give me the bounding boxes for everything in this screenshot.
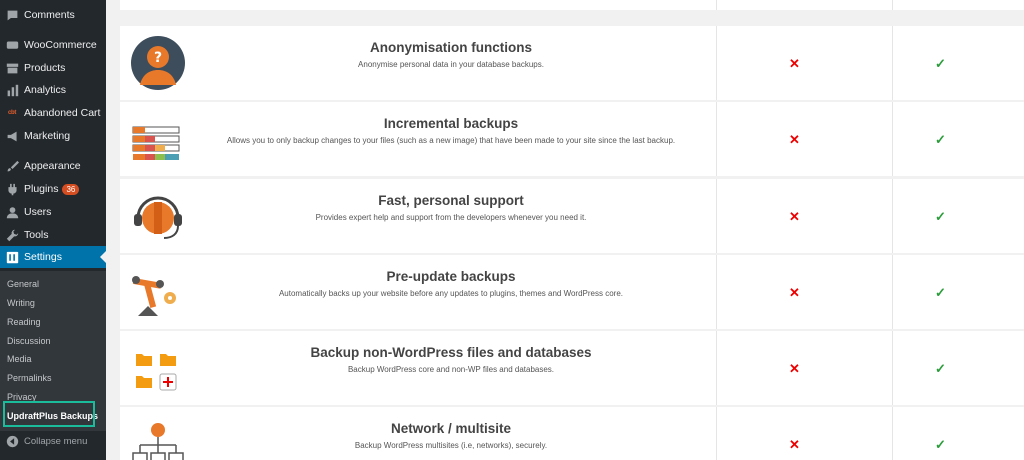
cross-icon: ✕ bbox=[789, 56, 800, 71]
feature-description: Anonymise personal data in your database… bbox=[358, 60, 544, 69]
feature-title: Incremental backups bbox=[383, 116, 519, 131]
monitors-icon bbox=[130, 0, 186, 1]
cross-icon: ✕ bbox=[789, 209, 800, 224]
feature-title: Pre-update backups bbox=[386, 269, 516, 284]
feature-title: Fast, personal support bbox=[378, 193, 524, 208]
free-cell: ✕ bbox=[716, 407, 892, 460]
free-cell: ✕ bbox=[716, 255, 892, 329]
premium-cell: ✓ bbox=[892, 255, 1024, 329]
wrench-icon bbox=[5, 228, 19, 242]
sidebar-item-marketing[interactable]: Marketing bbox=[0, 125, 106, 147]
sidebar-item-label: Analytics bbox=[24, 84, 67, 96]
premium-cell: ✓ bbox=[892, 331, 1024, 405]
feature-row-partial bbox=[120, 0, 716, 10]
sidebar-item-label: Settings bbox=[24, 251, 62, 263]
sidebar-item-label: Plugins bbox=[24, 183, 59, 195]
feature-row: ? Anonymisation functions Anonymise pers… bbox=[120, 26, 716, 100]
sidebar-item-settings[interactable]: Settings bbox=[0, 246, 106, 268]
sidebar-item-abandoned-cart[interactable]: cbt Abandoned Cart bbox=[0, 102, 106, 124]
sidebar-item-comments[interactable]: Comments bbox=[0, 4, 106, 26]
sidebar-item-products[interactable]: Products bbox=[0, 57, 106, 79]
update-count-badge: 36 bbox=[62, 183, 80, 195]
feature-row: Network / multisite Backup WordPress mul… bbox=[120, 407, 716, 460]
feature-row: Fast, personal support Provides expert h… bbox=[120, 179, 716, 253]
feature-title: Backup non-WordPress files and databases bbox=[310, 345, 592, 360]
free-cell bbox=[716, 0, 892, 10]
sidebar-item-label: Tools bbox=[24, 229, 49, 241]
products-icon bbox=[5, 61, 19, 75]
premium-cell: ✓ bbox=[892, 407, 1024, 460]
users-icon bbox=[5, 205, 19, 219]
sidebar-item-label: Products bbox=[24, 62, 66, 74]
feature-description: Allows you to only backup changes to you… bbox=[226, 136, 676, 145]
feature-row: Incremental backups Allows you to only b… bbox=[120, 102, 716, 176]
paintbrush-icon bbox=[5, 159, 19, 173]
submenu-item-discussion[interactable]: Discussion bbox=[7, 336, 51, 346]
feature-title: Anonymisation functions bbox=[370, 40, 532, 55]
settings-icon bbox=[5, 250, 19, 264]
feature-description: Provides expert help and support from th… bbox=[315, 213, 587, 222]
submenu-item-media[interactable]: Media bbox=[7, 354, 32, 364]
collapse-menu-button[interactable]: Collapse menu bbox=[0, 430, 106, 452]
check-icon: ✓ bbox=[935, 209, 946, 224]
premium-cell: ✓ bbox=[892, 26, 1024, 100]
sidebar-item-label: WooCommerce bbox=[24, 39, 97, 51]
network-multisite-icon bbox=[132, 423, 184, 460]
check-icon: ✓ bbox=[935, 132, 946, 147]
highlight-box bbox=[3, 401, 95, 427]
collapse-label: Collapse menu bbox=[24, 435, 88, 447]
feature-comparison-table: ? Anonymisation functions Anonymise pers… bbox=[106, 0, 1024, 460]
feature-title: Network / multisite bbox=[390, 421, 512, 436]
anonymous-person-icon: ? bbox=[131, 36, 185, 90]
free-cell: ✕ bbox=[716, 179, 892, 253]
admin-sidebar: Comments WooCommerce Products Analytics … bbox=[0, 0, 106, 460]
check-icon: ✓ bbox=[935, 437, 946, 452]
check-icon: ✓ bbox=[935, 361, 946, 376]
premium-cell bbox=[892, 0, 1024, 10]
submenu-item-general[interactable]: General bbox=[7, 279, 39, 289]
sidebar-item-analytics[interactable]: Analytics bbox=[0, 79, 106, 101]
analytics-icon bbox=[5, 83, 19, 97]
folders-icon bbox=[136, 354, 177, 391]
feature-row: Pre-update backups Automatically backs u… bbox=[120, 255, 716, 329]
woocommerce-icon bbox=[5, 38, 19, 52]
feature-row: Backup non-WordPress files and databases… bbox=[120, 331, 716, 405]
check-icon: ✓ bbox=[935, 285, 946, 300]
cross-icon: ✕ bbox=[789, 361, 800, 376]
collapse-icon bbox=[5, 434, 19, 448]
feature-description: Backup WordPress core and non-WP files a… bbox=[347, 365, 555, 374]
sidebar-item-label: Abandoned Cart bbox=[24, 107, 101, 119]
sidebar-item-plugins[interactable]: Plugins 36 bbox=[0, 178, 106, 200]
premium-cell: ✓ bbox=[892, 102, 1024, 176]
svg-text:?: ? bbox=[154, 50, 162, 66]
cross-icon: ✕ bbox=[789, 285, 800, 300]
sidebar-item-label: Users bbox=[24, 206, 52, 218]
megaphone-icon bbox=[5, 129, 19, 143]
incremental-bars-icon bbox=[132, 126, 180, 160]
submenu-item-permalinks[interactable]: Permalinks bbox=[7, 373, 52, 383]
sidebar-item-label: Comments bbox=[24, 9, 75, 21]
sidebar-item-woocommerce[interactable]: WooCommerce bbox=[0, 34, 106, 56]
free-cell: ✕ bbox=[716, 102, 892, 176]
sidebar-item-appearance[interactable]: Appearance bbox=[0, 155, 106, 177]
sidebar-item-label: Marketing bbox=[24, 130, 71, 142]
check-icon: ✓ bbox=[935, 56, 946, 71]
abandoned-cart-logo: cbt bbox=[7, 110, 17, 116]
feature-description: Backup WordPress multisites (i.e, networ… bbox=[354, 441, 548, 450]
robot-arm-icon bbox=[132, 276, 176, 316]
premium-cell: ✓ bbox=[892, 179, 1024, 253]
submenu-item-reading[interactable]: Reading bbox=[7, 317, 41, 327]
plugins-icon bbox=[5, 182, 19, 196]
sidebar-item-tools[interactable]: Tools bbox=[0, 224, 106, 246]
cross-icon: ✕ bbox=[789, 437, 800, 452]
free-cell: ✕ bbox=[716, 26, 892, 100]
feature-description: Automatically backs up your website befo… bbox=[278, 289, 624, 298]
submenu-item-writing[interactable]: Writing bbox=[7, 298, 35, 308]
headset-support-icon bbox=[134, 196, 182, 239]
cross-icon: ✕ bbox=[789, 132, 800, 147]
sidebar-item-users[interactable]: Users bbox=[0, 201, 106, 223]
comments-icon bbox=[5, 8, 19, 22]
sidebar-item-label: Appearance bbox=[24, 160, 81, 172]
free-cell: ✕ bbox=[716, 331, 892, 405]
